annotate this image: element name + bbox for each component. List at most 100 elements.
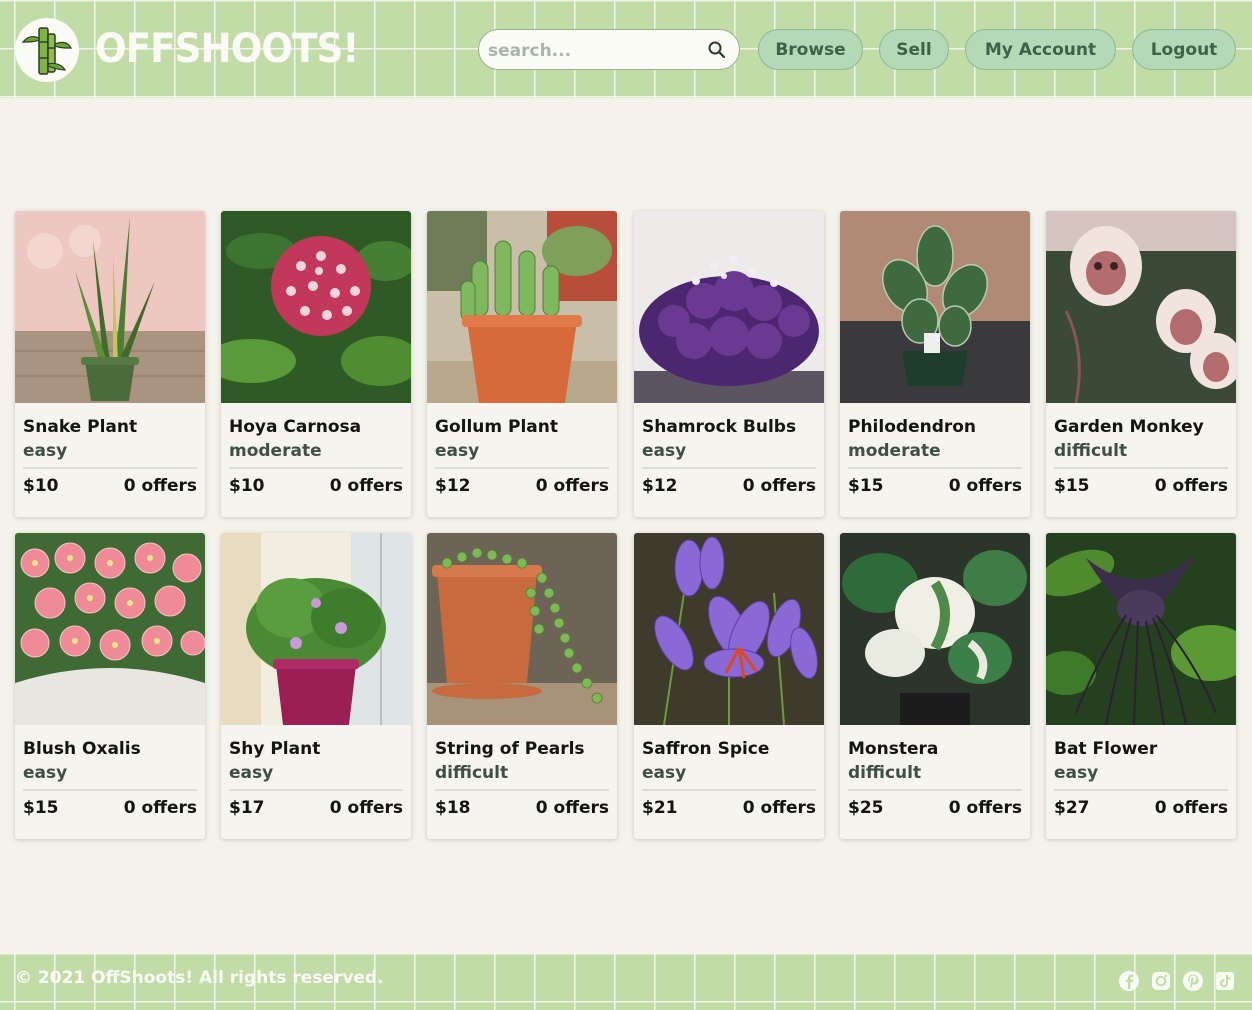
- product-card[interactable]: Snake Plant easy $10 0 offers: [15, 211, 205, 517]
- search-bar: [478, 29, 740, 71]
- product-card[interactable]: Bat Flower easy $27 0 offers: [1046, 533, 1236, 839]
- card-divider: [642, 467, 816, 469]
- snake-plant-photo[interactable]: [15, 211, 205, 403]
- difficulty-label: easy: [435, 441, 480, 461]
- product-name[interactable]: Shy Plant: [229, 739, 409, 759]
- product-card[interactable]: Philodendron moderate $15 0 offers: [840, 211, 1030, 517]
- product-price: $12: [435, 476, 471, 496]
- logout-button[interactable]: Logout: [1132, 29, 1236, 70]
- card-divider: [642, 789, 816, 791]
- product-price: $10: [229, 476, 265, 496]
- product-card[interactable]: Saffron Spice easy $21 0 offers: [634, 533, 824, 839]
- gollum-plant-photo[interactable]: [427, 211, 617, 403]
- pinterest-icon[interactable]: [1182, 970, 1204, 992]
- card-divider: [848, 789, 1022, 791]
- difficulty-label: difficult: [848, 763, 922, 783]
- browse-button[interactable]: Browse: [758, 29, 863, 70]
- copyright-text: © 2021 OffShoots! All rights reserved.: [15, 968, 384, 988]
- brand-wordmark[interactable]: OFFSHOOTS!: [95, 22, 359, 76]
- product-name[interactable]: Hoya Carnosa: [229, 417, 409, 437]
- difficulty-label: easy: [23, 441, 68, 461]
- product-name[interactable]: Snake Plant: [23, 417, 203, 437]
- product-card[interactable]: String of Pearls difficult $18 0 offers: [427, 533, 617, 839]
- offers-count: 0 offers: [742, 798, 816, 818]
- product-name[interactable]: Shamrock Bulbs: [642, 417, 822, 437]
- offers-count: 0 offers: [329, 798, 403, 818]
- offers-count: 0 offers: [123, 476, 197, 496]
- product-name[interactable]: Gollum Plant: [435, 417, 615, 437]
- product-price: $15: [848, 476, 884, 496]
- product-card[interactable]: Blush Oxalis easy $15 0 offers: [15, 533, 205, 839]
- site-header: OFFSHOOTS! Browse Sell My Account Logout: [0, 0, 1252, 98]
- product-card[interactable]: Shamrock Bulbs easy $12 0 offers: [634, 211, 824, 517]
- difficulty-label: difficult: [435, 763, 509, 783]
- difficulty-label: easy: [23, 763, 68, 783]
- product-name[interactable]: Blush Oxalis: [23, 739, 203, 759]
- product-name[interactable]: Philodendron: [848, 417, 1028, 437]
- product-name[interactable]: Monstera: [848, 739, 1028, 759]
- shamrock-bulbs-photo[interactable]: [634, 211, 824, 403]
- card-divider: [23, 467, 197, 469]
- bat-flower-photo[interactable]: [1046, 533, 1236, 725]
- product-price: $15: [23, 798, 59, 818]
- search-input[interactable]: [486, 30, 705, 71]
- card-divider: [435, 789, 609, 791]
- difficulty-label: easy: [1054, 763, 1099, 783]
- hoya-carnosa-photo[interactable]: [221, 211, 411, 403]
- product-price: $27: [1054, 798, 1090, 818]
- product-price: $25: [848, 798, 884, 818]
- offers-count: 0 offers: [948, 476, 1022, 496]
- product-card[interactable]: Gollum Plant easy $12 0 offers: [427, 211, 617, 517]
- difficulty-label: moderate: [848, 441, 941, 461]
- offers-count: 0 offers: [742, 476, 816, 496]
- saffron-spice-photo[interactable]: [634, 533, 824, 725]
- product-price: $15: [1054, 476, 1090, 496]
- product-price: $10: [23, 476, 59, 496]
- difficulty-label: easy: [229, 763, 274, 783]
- blush-oxalis-photo[interactable]: [15, 533, 205, 725]
- monstera-photo[interactable]: [840, 533, 1030, 725]
- offers-count: 0 offers: [1154, 798, 1228, 818]
- shy-plant-photo[interactable]: [221, 533, 411, 725]
- card-divider: [23, 789, 197, 791]
- bamboo-logo-icon[interactable]: [15, 18, 79, 82]
- site-footer: © 2021 OffShoots! All rights reserved.: [0, 953, 1252, 1010]
- product-name[interactable]: String of Pearls: [435, 739, 615, 759]
- philodendron-photo[interactable]: [840, 211, 1030, 403]
- sell-button[interactable]: Sell: [879, 29, 949, 70]
- offers-count: 0 offers: [948, 798, 1022, 818]
- card-divider: [229, 789, 403, 791]
- instagram-icon[interactable]: [1150, 970, 1172, 992]
- product-name[interactable]: Bat Flower: [1054, 739, 1234, 759]
- card-divider: [229, 467, 403, 469]
- difficulty-label: easy: [642, 763, 687, 783]
- offers-count: 0 offers: [1154, 476, 1228, 496]
- search-icon[interactable]: [707, 40, 727, 60]
- difficulty-label: difficult: [1054, 441, 1128, 461]
- product-card[interactable]: Monstera difficult $25 0 offers: [840, 533, 1030, 839]
- my-account-button[interactable]: My Account: [965, 29, 1116, 70]
- product-price: $17: [229, 798, 265, 818]
- product-name[interactable]: Garden Monkey: [1054, 417, 1234, 437]
- product-card[interactable]: Hoya Carnosa moderate $10 0 offers: [221, 211, 411, 517]
- card-divider: [1054, 789, 1228, 791]
- offers-count: 0 offers: [123, 798, 197, 818]
- card-divider: [848, 467, 1022, 469]
- difficulty-label: moderate: [229, 441, 322, 461]
- difficulty-label: easy: [642, 441, 687, 461]
- product-name[interactable]: Saffron Spice: [642, 739, 822, 759]
- offers-count: 0 offers: [329, 476, 403, 496]
- product-card[interactable]: Shy Plant easy $17 0 offers: [221, 533, 411, 839]
- product-price: $21: [642, 798, 678, 818]
- product-card[interactable]: Garden Monkey difficult $15 0 offers: [1046, 211, 1236, 517]
- offers-count: 0 offers: [535, 476, 609, 496]
- product-price: $12: [642, 476, 678, 496]
- string-of-pearls-photo[interactable]: [427, 533, 617, 725]
- product-price: $18: [435, 798, 471, 818]
- tiktok-icon[interactable]: [1214, 970, 1236, 992]
- garden-monkey-photo[interactable]: [1046, 211, 1236, 403]
- facebook-icon[interactable]: [1118, 970, 1140, 992]
- card-divider: [1054, 467, 1228, 469]
- offers-count: 0 offers: [535, 798, 609, 818]
- card-divider: [435, 467, 609, 469]
